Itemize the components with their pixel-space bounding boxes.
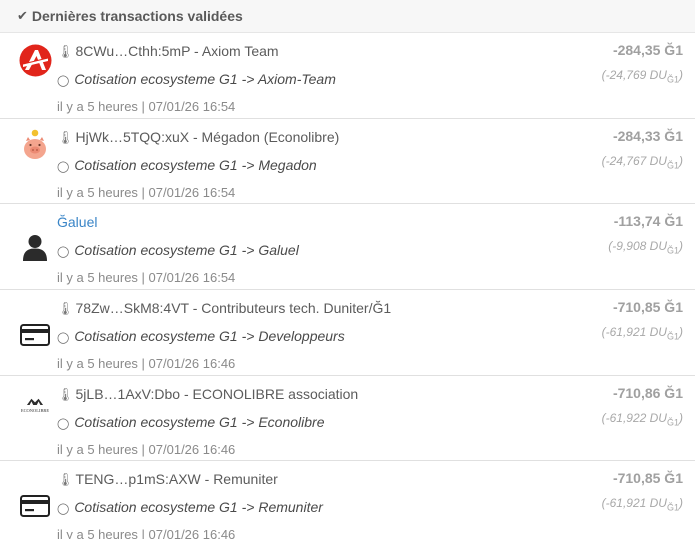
pubkey-link[interactable]: 🌡 8CWu…Cthh:5mP - Axiom Team xyxy=(57,43,279,60)
transaction-du-amount: (-24,767 DUĞ1) xyxy=(601,153,683,171)
member-link[interactable]: Ğaluel xyxy=(57,214,97,230)
transaction-time: il y a 5 heures | 07/01/26 16:46 xyxy=(57,356,236,372)
transaction-comment: ◯ Cotisation ecosysteme G1 -> Axiom-Team xyxy=(57,71,336,87)
piggy-bank-icon[interactable] xyxy=(18,129,52,163)
transaction-time: il y a 5 heures | 07/01/26 16:54 xyxy=(57,99,236,114)
comment-icon: ◯ xyxy=(57,417,70,430)
transaction-du-amount: (-61,921 DUĞ1) xyxy=(601,496,683,513)
transaction-comment: ◯ Cotisation ecosysteme G1 -> Econolibre xyxy=(57,413,325,430)
person-silhouette-icon[interactable] xyxy=(18,230,52,264)
transaction-comment: ◯ Cotisation ecosysteme G1 -> Developpeur… xyxy=(57,328,345,345)
transaction-row[interactable]: 🌡 HjWk…5TQQ:xuX - Mégadon (Econolibre) ◯ C… xyxy=(0,119,695,205)
comment-icon: ◯ xyxy=(57,75,70,87)
transaction-du-amount: (-24,769 DUĞ1) xyxy=(601,68,683,85)
transaction-row[interactable]: 🌡 78Zw…SkM8:4VT - Contributeurs tech. Dun… xyxy=(0,290,695,376)
transaction-amount: -710,85 Ğ1 xyxy=(612,470,683,487)
transaction-comment: ◯ Cotisation ecosysteme G1 -> Megadon xyxy=(57,156,317,173)
transaction-time: il y a 5 heures | 07/01/26 16:54 xyxy=(57,184,236,200)
transaction-amount: -284,35 Ğ1 xyxy=(612,42,683,58)
transaction-amount: -113,74 Ğ1 xyxy=(613,213,683,230)
transaction-du-amount: (-61,921 DUĞ1) xyxy=(601,325,683,342)
transaction-row[interactable]: 🌡 8CWu…Cthh:5mP - Axiom Team ◯ Cotisation … xyxy=(0,33,695,119)
transaction-du-amount: (-9,908 DUĞ1) xyxy=(608,239,683,256)
key-icon: 🌡 xyxy=(57,44,74,59)
key-icon: 🌡 xyxy=(57,301,74,317)
pubkey-link[interactable]: 🌡 5jLB…1AxV:Dbo - ECONOLIBRE association xyxy=(57,386,358,403)
credit-card-icon[interactable] xyxy=(18,318,52,352)
comment-icon: ◯ xyxy=(57,246,70,259)
comment-icon: ◯ xyxy=(57,160,70,173)
transaction-list: 🌡 8CWu…Cthh:5mP - Axiom Team ◯ Cotisation … xyxy=(0,33,695,539)
econolibre-logo-text: ECONOLIBRE xyxy=(21,408,50,413)
transaction-comment: ◯ Cotisation ecosysteme G1 -> Remuniter xyxy=(57,499,323,516)
transaction-row[interactable]: Ğaluel ◯ Cotisation ecosysteme G1 -> Galu… xyxy=(0,204,695,291)
comment-icon: ◯ xyxy=(57,332,70,345)
transaction-du-amount: (-61,922 DUĞ1) xyxy=(601,410,683,428)
transaction-time: il y a 5 heures | 07/01/26 16:54 xyxy=(57,270,236,286)
section-header: ✔ Dernières transactions validées xyxy=(0,0,695,33)
transaction-comment: ◯ Cotisation ecosysteme G1 -> Galuel xyxy=(57,242,299,259)
transaction-amount: -284,33 Ğ1 xyxy=(612,127,683,144)
transaction-amount: -710,86 Ğ1 xyxy=(612,384,683,401)
axiom-logo-icon[interactable] xyxy=(18,43,52,77)
pubkey-link[interactable]: 🌡 TENG…p1mS:AXW - Remuniter xyxy=(57,471,278,488)
key-icon: 🌡 xyxy=(57,386,74,402)
transaction-row[interactable]: ECONOLIBRE 🌡 5jLB…1AxV:Dbo - ECONOLIBRE a… xyxy=(0,376,695,462)
comment-icon: ◯ xyxy=(57,503,70,516)
credit-card-icon[interactable] xyxy=(18,489,52,523)
pubkey-link[interactable]: 🌡 HjWk…5TQQ:xuX - Mégadon (Econolibre) xyxy=(57,129,339,146)
transaction-row[interactable]: 🌡 TENG…p1mS:AXW - Remuniter ◯ Cotisation e… xyxy=(0,461,695,539)
key-icon: 🌡 xyxy=(57,129,74,145)
transaction-time: il y a 5 heures | 07/01/26 16:46 xyxy=(57,527,236,539)
key-icon: 🌡 xyxy=(57,472,74,488)
transaction-amount: -710,85 Ğ1 xyxy=(612,299,683,316)
transaction-time: il y a 5 heures | 07/01/26 16:46 xyxy=(57,441,236,457)
econolibre-logo-icon[interactable]: ECONOLIBRE xyxy=(18,388,52,422)
pubkey-link[interactable]: 🌡 78Zw…SkM8:4VT - Contributeurs tech. Dun… xyxy=(57,300,391,317)
section-title: Dernières transactions validées xyxy=(31,8,243,24)
checkmark-icon: ✔ xyxy=(17,8,28,23)
